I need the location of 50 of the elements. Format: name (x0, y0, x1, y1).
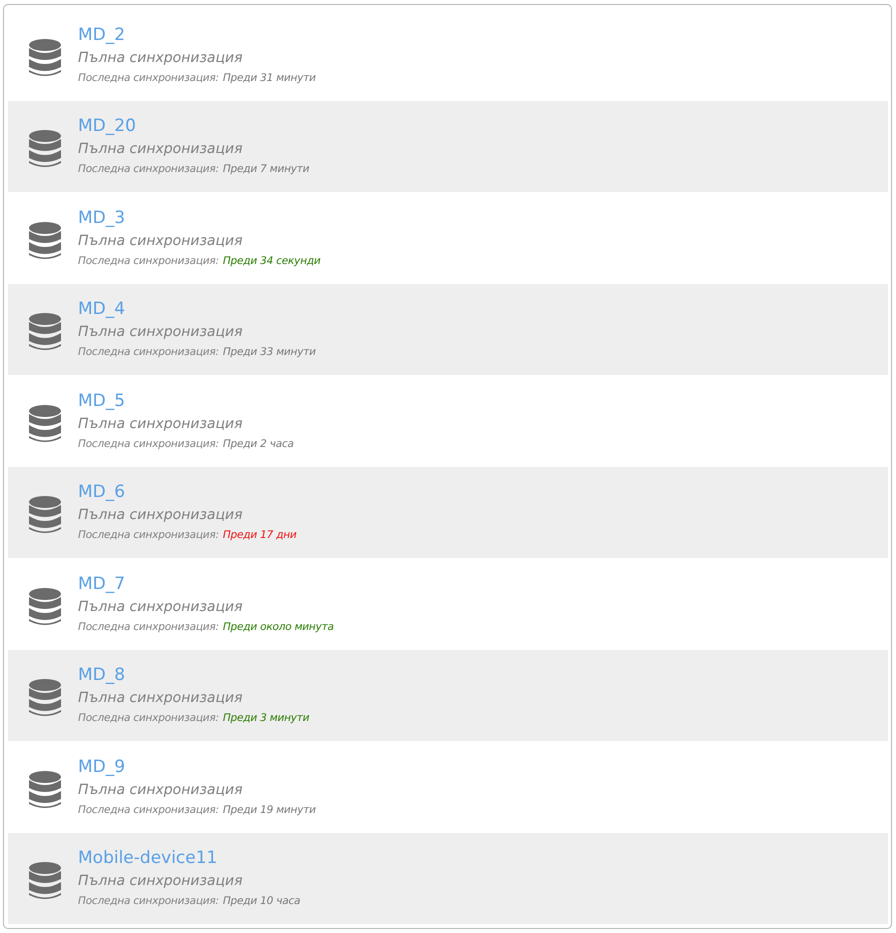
last-sync-label: Последна синхронизация: (78, 711, 219, 726)
sync-type: Пълна синхронизация (78, 232, 243, 251)
sync-type: Пълна синхронизация (78, 414, 243, 434)
device-name-link[interactable]: MD_20 (78, 114, 136, 138)
device-name-link[interactable]: MD_3 (78, 206, 126, 230)
sync-type: Пълна синхронизация (78, 872, 243, 892)
device-name-link[interactable]: MD_8 (78, 663, 126, 688)
last-sync-label: Последна синхронизация: (78, 254, 219, 269)
database-icon (29, 496, 61, 534)
sync-type: Пълна синхронизация (78, 506, 243, 526)
last-sync-time: Преди 19 минути (222, 802, 316, 818)
last-sync-time: Преди 10 часа (222, 894, 300, 910)
database-icon (29, 404, 61, 443)
sync-type: Пълна синхронизация (78, 598, 243, 617)
last-sync-time: Преди 7 минути (222, 162, 310, 178)
device-name-link[interactable]: Mobile-device11 (78, 846, 218, 870)
sync-type: Пълна синхронизация (78, 48, 243, 68)
database-icon (29, 130, 61, 168)
database-icon (29, 38, 61, 77)
sync-type: Пълна синхронизация (78, 780, 243, 800)
last-sync-time: Преди около минута (222, 620, 334, 635)
device-name-link[interactable]: MD_4 (78, 297, 126, 322)
last-sync-label: Последна синхронизация: (78, 894, 219, 910)
device-name-link[interactable]: MD_6 (78, 480, 126, 504)
database-icon (29, 222, 61, 260)
database-icon (29, 770, 61, 809)
sync-type: Пълна синхронизация (78, 140, 243, 160)
device-name-link[interactable]: MD_2 (78, 22, 126, 47)
database-icon (29, 862, 61, 900)
sync-type: Пълна синхронизация (78, 323, 243, 342)
last-sync-label: Последна синхронизация: (78, 528, 219, 544)
sync-type: Пълна синхронизация (78, 689, 243, 708)
last-sync-time: Преди 31 минути (222, 70, 316, 86)
last-sync-label: Последна синхронизация: (78, 436, 219, 452)
database-icon (29, 679, 61, 718)
last-sync-label: Последна синхронизация: (78, 802, 219, 818)
last-sync-time: Преди 17 дни (222, 528, 297, 544)
last-sync-label: Последна синхронизация: (78, 162, 219, 178)
last-sync-time: Преди 34 секунди (222, 254, 321, 269)
last-sync-time: Преди 2 часа (222, 436, 294, 452)
last-sync-label: Последна синхронизация: (78, 70, 219, 86)
last-sync-label: Последна синхронизация: (78, 345, 219, 360)
database-icon (29, 588, 61, 626)
device-name-link[interactable]: MD_9 (78, 754, 126, 779)
last-sync-time: Преди 3 минути (222, 711, 310, 726)
device-name-link[interactable]: MD_7 (78, 572, 126, 596)
device-name-link[interactable]: MD_5 (78, 388, 126, 413)
database-icon (29, 313, 61, 352)
last-sync-label: Последна синхронизация: (78, 620, 219, 635)
last-sync-time: Преди 33 минути (222, 345, 316, 360)
